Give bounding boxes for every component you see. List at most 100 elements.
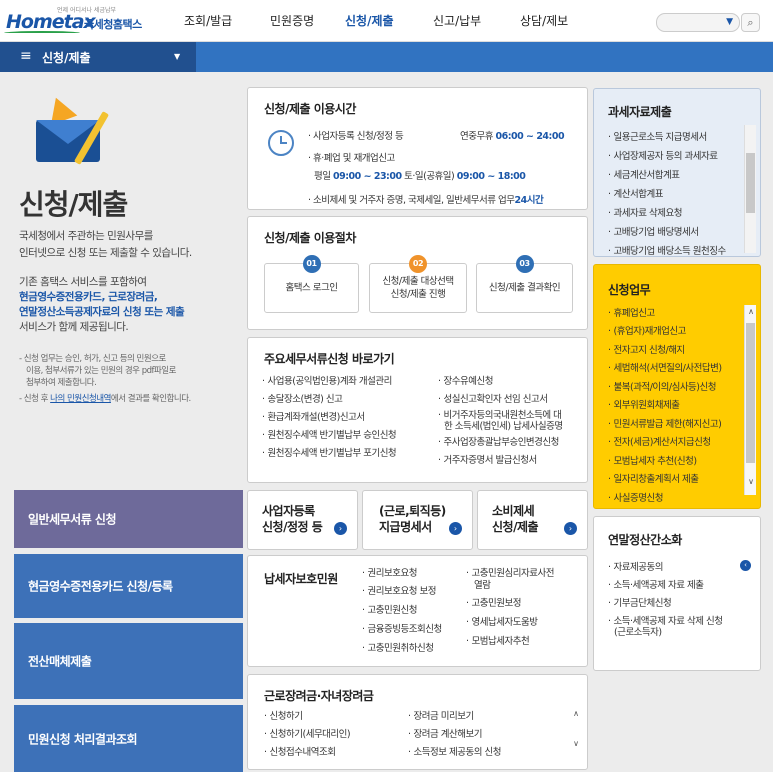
apply-item[interactable]: 전자고지 신청/해지	[608, 342, 686, 356]
scrollbar-thumb[interactable]	[746, 323, 755, 463]
apply-item[interactable]: 모범납세자 추천(신청)	[608, 453, 698, 467]
apply-item[interactable]: 일자리창출계획서 제출	[608, 471, 699, 485]
yearend-item[interactable]: 기부금단체신청	[608, 595, 672, 609]
hours-text: 평일	[314, 171, 331, 182]
shortcut-item[interactable]: 성실신고확인자 선임 신고서	[438, 394, 548, 405]
incentive-item[interactable]: 신청하기(세무대리인)	[264, 729, 351, 740]
apply-item[interactable]: 세법해석(서면질의/사전답변)	[608, 360, 722, 374]
shortcut-item[interactable]: 사업용(공익법인용)계좌 개설관리	[262, 376, 393, 387]
chevron-down-icon[interactable]: ∨	[745, 477, 757, 486]
protection-item[interactable]: 권리보호요청	[362, 568, 418, 579]
step-label: 홈택스 로그인	[285, 282, 338, 294]
arrow-left-icon[interactable]: ‹	[740, 560, 751, 571]
tax-data-item[interactable]: 세금계산서합계표	[608, 167, 680, 181]
tax-data-item[interactable]: 계산서합계표	[608, 186, 664, 200]
yearend-item[interactable]: 소득·세액공제 자료 제출	[608, 577, 704, 591]
protection-item[interactable]: 금융증빙등조회신청	[362, 624, 443, 635]
nav-item-apply[interactable]: 신청/제출	[345, 12, 394, 29]
arrow-right-icon: ›	[334, 522, 347, 535]
apply-item[interactable]: 사실증명신청	[608, 490, 664, 504]
yearend-item-cont[interactable]: (근로소득자)	[614, 624, 662, 638]
apply-item[interactable]: 불복(과적/이의/심사등)신청	[608, 379, 717, 393]
apply-item[interactable]: 외부위원회채제출	[608, 397, 680, 411]
tax-data-scrollbar[interactable]	[744, 125, 756, 253]
chevron-down-icon[interactable]: ▼	[726, 17, 733, 27]
procedure-card: 신청/제출 이용절차 01 홈택스 로그인 02 신청/제출 대상선택 신청/제출…	[247, 216, 588, 330]
incentive-item[interactable]: 신청접수내역조회	[264, 747, 336, 758]
chevron-up-icon[interactable]: ∧	[570, 709, 582, 718]
nav-item-consult[interactable]: 상담/제보	[520, 12, 568, 29]
note-item: - 신청 업무는 승인, 허가, 신고 등의 민원으로 이용, 첨부서류가 있는 …	[19, 354, 176, 388]
tax-data-item[interactable]: 고배당기업 배당소득 원천징수	[608, 243, 748, 257]
shortcut-item[interactable]: 원천징수세액 반기별납부 승인신청	[262, 430, 397, 441]
consumption-tax-button[interactable]: 소비제세 신청/제출 ›	[477, 490, 588, 550]
hamburger-icon: ≡	[20, 48, 32, 64]
nav-item-inquiry[interactable]: 조회/발급	[184, 12, 232, 29]
protection-item[interactable]: 모범납세자추천	[466, 636, 530, 647]
step-label-line: 신청/제출 진행	[390, 289, 446, 300]
apply-item[interactable]: (휴업자)재개업신고	[608, 323, 687, 337]
yearend-title: 연말정산간소화	[608, 533, 682, 547]
scrollbar-thumb[interactable]	[746, 153, 755, 213]
shortcut-item[interactable]: 거주자증명서 발급신청서	[438, 455, 538, 466]
tax-data-item[interactable]: 일용근로소득 지급명세서	[608, 129, 708, 143]
chevron-down-icon: ▼	[174, 52, 181, 61]
search-input[interactable]: ▼	[656, 13, 740, 32]
hometax-logo[interactable]: 언제 어디서나 세금납부 Hometax 국세청홈택스	[4, 5, 146, 37]
shortcut-item[interactable]: 장수유예신청	[438, 376, 494, 387]
shortcut-item[interactable]: 비거주자등의국내원천소득에 대	[438, 410, 562, 421]
hero-service-line: 연말정산소득공제자료의 신청 또는 제출	[19, 306, 185, 318]
incentive-scrollbar[interactable]: ∧ ∨	[570, 709, 582, 757]
apply-item[interactable]: 민원서류발급 제한(해지신고)	[608, 416, 722, 430]
protection-item[interactable]: 고충민원취하신청	[362, 643, 434, 654]
my-applications-link[interactable]: 나의 민원신청내역	[50, 394, 111, 404]
shortcut-item[interactable]: 원천징수세액 반기별납부 포기신청	[262, 448, 397, 459]
application-result-button[interactable]: 민원신청 처리결과조회	[14, 705, 243, 772]
shortcut-item[interactable]: 송달장소(변경) 신고	[262, 394, 343, 405]
button-label: 일반세무서류 신청	[28, 512, 117, 527]
tax-data-item[interactable]: 과세자료 삭제요청	[608, 205, 683, 219]
apply-scrollbar[interactable]: ∧ ∨	[744, 305, 756, 495]
button-label-line: (근로,퇴직등)	[379, 504, 446, 518]
protection-item-cont[interactable]: 열람	[474, 580, 491, 591]
protection-item[interactable]: 고충민원심리자료사전	[466, 568, 555, 579]
general-tax-docs-button[interactable]: 일반세무서류 신청	[14, 490, 243, 548]
menu-dropdown[interactable]: ≡ 신청/제출 ▼	[0, 42, 196, 72]
protection-item[interactable]: 영세납세자도움방	[466, 617, 538, 628]
incentive-item[interactable]: 장려금 미리보기	[408, 711, 475, 722]
electronic-media-submit-button[interactable]: 전산매체제출	[14, 623, 243, 699]
hours-row: 연중무휴 06:00 ~ 24:00	[460, 128, 565, 142]
yearend-item[interactable]: 자료제공동의	[608, 559, 664, 573]
hours-row: · 소비제세 및 거주자 증명, 국제세일, 일반세무서류 업무24시간	[308, 195, 544, 206]
business-registration-button[interactable]: 사업자등록 신청/정정 등 ›	[247, 490, 358, 550]
search-button[interactable]: ⌕	[741, 13, 760, 32]
protection-item[interactable]: 고충민원보정	[466, 598, 522, 609]
nav-item-certificate[interactable]: 민원증명	[270, 12, 314, 29]
apply-item[interactable]: 휴폐업신고	[608, 305, 656, 319]
protection-item[interactable]: 고충민원신청	[362, 605, 418, 616]
shortcut-item-cont[interactable]: 한 소득세(법인세) 납세사실증명	[444, 421, 563, 432]
step-number: 02	[409, 255, 427, 273]
hero-desc-line: 인터넷으로 신청 또는 제출할 수 있습니다.	[19, 247, 192, 259]
apply-item[interactable]: 전자(세금)계산서지급신청	[608, 434, 712, 448]
hours-row: · 휴·폐업 및 재개업신고	[308, 153, 395, 164]
arrow-right-icon: ›	[564, 522, 577, 535]
protection-item[interactable]: 권리보호요청 보정	[362, 586, 437, 597]
chevron-down-icon[interactable]: ∨	[570, 739, 582, 748]
cash-receipt-card-button[interactable]: 현금영수증전용카드 신청/등록	[14, 554, 243, 618]
top-bar: 언제 어디서나 세금납부 Hometax 국세청홈택스 조회/발급 민원증명 신…	[0, 0, 773, 42]
nav-item-report[interactable]: 신고/납부	[433, 12, 481, 29]
tax-data-item[interactable]: 사업장제공자 등의 과세자료	[608, 148, 718, 162]
chevron-up-icon[interactable]: ∧	[745, 307, 757, 316]
button-label: 소비제세 신청/제출	[492, 503, 539, 535]
incentive-item[interactable]: 소득정보 제공동의 신청	[408, 747, 502, 758]
incentive-item[interactable]: 장려금 계산해보기	[408, 729, 483, 740]
step-number: 03	[515, 255, 534, 273]
hours-text: 토·일(공휴일)	[404, 171, 455, 182]
tax-data-item[interactable]: 고배당기업 배당명세서	[608, 224, 699, 238]
shortcut-item[interactable]: 주사업장총괄납부승인변경신청	[438, 437, 560, 448]
payment-statement-button[interactable]: (근로,퇴직등) 지급명세서 ›	[362, 490, 473, 550]
shortcut-item[interactable]: 환급계좌개설(변경)신고서	[262, 412, 366, 423]
procedure-step-login: 01 홈택스 로그인	[264, 255, 359, 313]
incentive-item[interactable]: 신청하기	[264, 711, 303, 722]
